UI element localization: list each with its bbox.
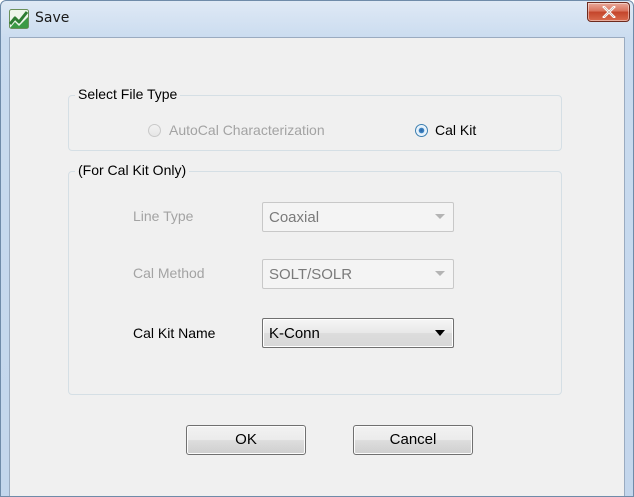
cal-kit-label: Cal Kit — [435, 122, 477, 138]
autocal-characterization-label: AutoCal Characterization — [169, 122, 325, 138]
chevron-down-icon — [435, 271, 445, 276]
ok-button[interactable]: OK — [186, 425, 306, 455]
cal-kit-radio[interactable] — [415, 124, 428, 137]
cal-kit-only-group: (For Cal Kit Only) Line Type Coaxial Cal… — [68, 162, 562, 395]
close-x-icon — [602, 6, 616, 18]
cal-kit-name-value: K-Conn — [269, 325, 320, 342]
cal-method-label: Cal Method — [133, 265, 205, 281]
line-type-label: Line Type — [133, 208, 194, 224]
chevron-down-icon — [435, 330, 445, 336]
cal-kit-name-dropdown[interactable]: K-Conn — [262, 318, 454, 348]
cal-kit-name-label: Cal Kit Name — [133, 325, 216, 341]
app-logo-icon — [8, 9, 29, 29]
dialog-client-area: Select File Type AutoCal Characterizatio… — [9, 37, 625, 496]
line-type-value: Coaxial — [269, 209, 320, 226]
cal-method-value: SOLT/SOLR — [269, 266, 353, 283]
save-dialog: Save Select File Type AutoCal Characteri… — [0, 0, 634, 497]
cal-method-dropdown[interactable]: SOLT/SOLR — [262, 259, 454, 289]
window-title: Save — [35, 10, 70, 26]
chevron-down-icon — [435, 214, 445, 219]
cal-kit-only-legend: (For Cal Kit Only) — [75, 162, 190, 178]
cancel-button[interactable]: Cancel — [353, 425, 473, 455]
title-bar[interactable]: Save — [1, 1, 633, 37]
close-button[interactable] — [587, 2, 630, 22]
select-file-type-group: Select File Type AutoCal Characterizatio… — [68, 86, 562, 151]
line-type-dropdown[interactable]: Coaxial — [262, 202, 454, 232]
select-file-type-legend: Select File Type — [75, 86, 181, 102]
autocal-characterization-radio[interactable] — [148, 124, 161, 137]
